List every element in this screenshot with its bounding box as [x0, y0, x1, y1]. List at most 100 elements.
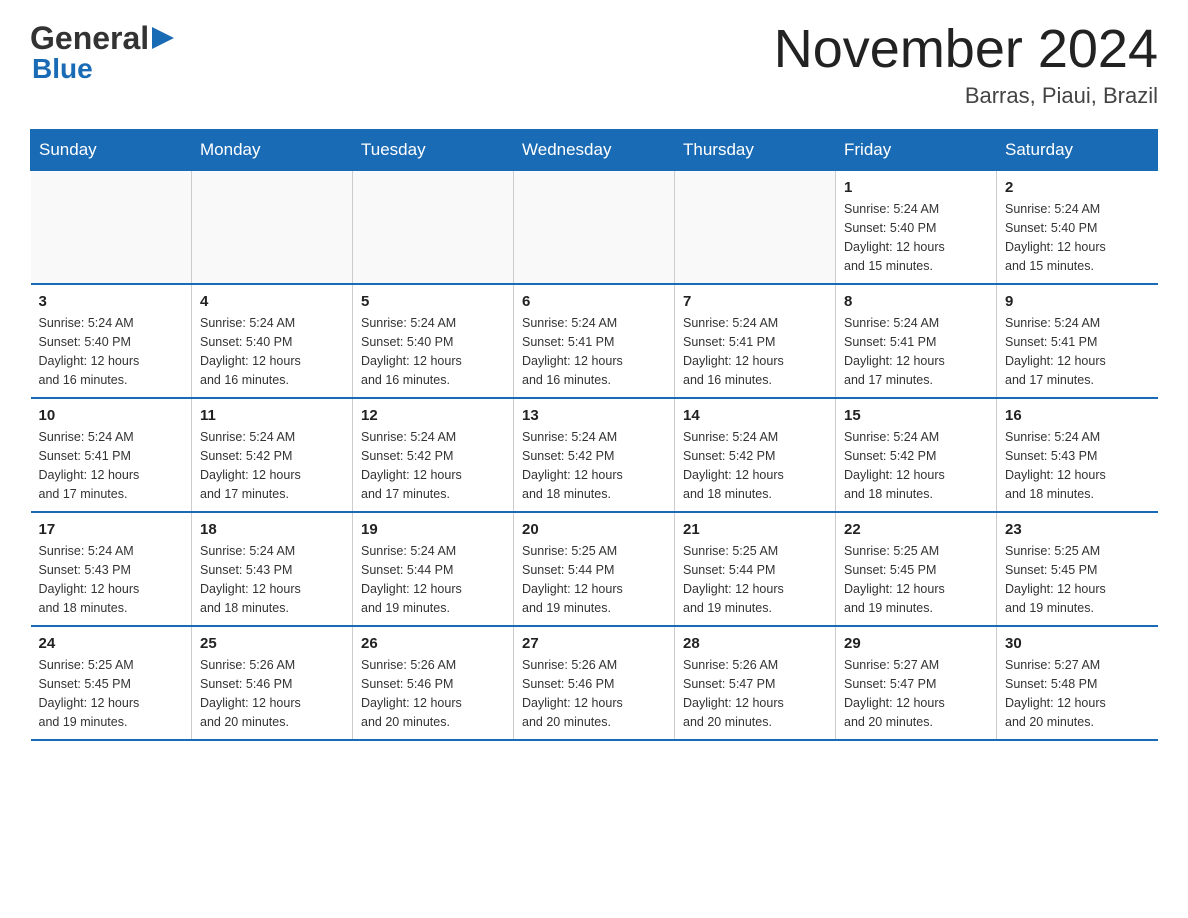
- day-info: Sunrise: 5:25 AMSunset: 5:44 PMDaylight:…: [522, 542, 666, 617]
- logo-arrow-icon: [152, 27, 174, 54]
- day-info: Sunrise: 5:24 AMSunset: 5:42 PMDaylight:…: [522, 428, 666, 503]
- day-info: Sunrise: 5:24 AMSunset: 5:40 PMDaylight:…: [361, 314, 505, 389]
- day-info: Sunrise: 5:25 AMSunset: 5:45 PMDaylight:…: [39, 656, 184, 731]
- calendar-header-row: Sunday Monday Tuesday Wednesday Thursday…: [31, 130, 1158, 171]
- logo-blue-text: Blue: [30, 53, 174, 85]
- table-row: 27 Sunrise: 5:26 AMSunset: 5:46 PMDayligh…: [514, 626, 675, 740]
- day-info: Sunrise: 5:24 AMSunset: 5:41 PMDaylight:…: [683, 314, 827, 389]
- day-number: 13: [522, 407, 666, 424]
- table-row: 20 Sunrise: 5:25 AMSunset: 5:44 PMDayligh…: [514, 512, 675, 626]
- col-tuesday: Tuesday: [353, 130, 514, 171]
- table-row: 8 Sunrise: 5:24 AMSunset: 5:41 PMDaylight…: [836, 284, 997, 398]
- col-sunday: Sunday: [31, 130, 192, 171]
- day-number: 24: [39, 635, 184, 652]
- day-info: Sunrise: 5:24 AMSunset: 5:41 PMDaylight:…: [39, 428, 184, 503]
- day-info: Sunrise: 5:24 AMSunset: 5:41 PMDaylight:…: [1005, 314, 1150, 389]
- day-number: 20: [522, 521, 666, 538]
- day-number: 16: [1005, 407, 1150, 424]
- day-info: Sunrise: 5:24 AMSunset: 5:43 PMDaylight:…: [1005, 428, 1150, 503]
- table-row: 7 Sunrise: 5:24 AMSunset: 5:41 PMDaylight…: [675, 284, 836, 398]
- day-info: Sunrise: 5:27 AMSunset: 5:47 PMDaylight:…: [844, 656, 988, 731]
- table-row: 19Sunrise: 5:24 AMSunset: 5:44 PMDayligh…: [353, 512, 514, 626]
- day-number: 7: [683, 293, 827, 310]
- table-row: 15Sunrise: 5:24 AMSunset: 5:42 PMDayligh…: [836, 398, 997, 512]
- day-number: 25: [200, 635, 344, 652]
- day-info: Sunrise: 5:26 AMSunset: 5:46 PMDaylight:…: [361, 656, 505, 731]
- day-info: Sunrise: 5:24 AMSunset: 5:41 PMDaylight:…: [844, 314, 988, 389]
- table-row: 26 Sunrise: 5:26 AMSunset: 5:46 PMDayligh…: [353, 626, 514, 740]
- col-saturday: Saturday: [997, 130, 1158, 171]
- day-info: Sunrise: 5:24 AMSunset: 5:40 PMDaylight:…: [39, 314, 184, 389]
- table-row: 30 Sunrise: 5:27 AMSunset: 5:48 PMDayligh…: [997, 626, 1158, 740]
- calendar-body: 1 Sunrise: 5:24 AMSunset: 5:40 PMDaylight…: [31, 171, 1158, 741]
- day-number: 8: [844, 293, 988, 310]
- day-info: Sunrise: 5:24 AMSunset: 5:40 PMDaylight:…: [844, 200, 988, 275]
- table-row: [514, 171, 675, 285]
- day-info: Sunrise: 5:26 AMSunset: 5:47 PMDaylight:…: [683, 656, 827, 731]
- table-row: 21Sunrise: 5:25 AMSunset: 5:44 PMDayligh…: [675, 512, 836, 626]
- table-row: 2 Sunrise: 5:24 AMSunset: 5:40 PMDaylight…: [997, 171, 1158, 285]
- location-subtitle: Barras, Piaui, Brazil: [774, 83, 1158, 109]
- table-row: 4Sunrise: 5:24 AMSunset: 5:40 PMDaylight…: [192, 284, 353, 398]
- table-row: [353, 171, 514, 285]
- day-number: 27: [522, 635, 666, 652]
- day-number: 23: [1005, 521, 1150, 538]
- calendar-week-row: 10 Sunrise: 5:24 AMSunset: 5:41 PMDayligh…: [31, 398, 1158, 512]
- table-row: 12 Sunrise: 5:24 AMSunset: 5:42 PMDayligh…: [353, 398, 514, 512]
- logo-line1: General: [30, 20, 174, 57]
- day-number: 26: [361, 635, 505, 652]
- table-row: 22Sunrise: 5:25 AMSunset: 5:45 PMDayligh…: [836, 512, 997, 626]
- day-number: 1: [844, 179, 988, 196]
- page-header: General Blue November 2024 Barras, Piaui…: [30, 20, 1158, 109]
- table-row: 6Sunrise: 5:24 AMSunset: 5:41 PMDaylight…: [514, 284, 675, 398]
- col-friday: Friday: [836, 130, 997, 171]
- table-row: [192, 171, 353, 285]
- table-row: 10 Sunrise: 5:24 AMSunset: 5:41 PMDayligh…: [31, 398, 192, 512]
- day-number: 17: [39, 521, 184, 538]
- table-row: 17Sunrise: 5:24 AMSunset: 5:43 PMDayligh…: [31, 512, 192, 626]
- month-title: November 2024: [774, 20, 1158, 79]
- day-number: 19: [361, 521, 505, 538]
- day-number: 14: [683, 407, 827, 424]
- title-area: November 2024 Barras, Piaui, Brazil: [774, 20, 1158, 109]
- day-number: 11: [200, 407, 344, 424]
- day-info: Sunrise: 5:26 AMSunset: 5:46 PMDaylight:…: [522, 656, 666, 731]
- calendar-week-row: 24 Sunrise: 5:25 AMSunset: 5:45 PMDayligh…: [31, 626, 1158, 740]
- day-number: 12: [361, 407, 505, 424]
- day-number: 30: [1005, 635, 1150, 652]
- table-row: [675, 171, 836, 285]
- table-row: 24 Sunrise: 5:25 AMSunset: 5:45 PMDayligh…: [31, 626, 192, 740]
- calendar-week-row: 1 Sunrise: 5:24 AMSunset: 5:40 PMDaylight…: [31, 171, 1158, 285]
- table-row: 18 Sunrise: 5:24 AMSunset: 5:43 PMDayligh…: [192, 512, 353, 626]
- day-info: Sunrise: 5:25 AMSunset: 5:45 PMDaylight:…: [844, 542, 988, 617]
- day-number: 6: [522, 293, 666, 310]
- table-row: 14 Sunrise: 5:24 AMSunset: 5:42 PMDayligh…: [675, 398, 836, 512]
- day-info: Sunrise: 5:24 AMSunset: 5:43 PMDaylight:…: [200, 542, 344, 617]
- col-monday: Monday: [192, 130, 353, 171]
- calendar-week-row: 3Sunrise: 5:24 AMSunset: 5:40 PMDaylight…: [31, 284, 1158, 398]
- day-info: Sunrise: 5:25 AMSunset: 5:44 PMDaylight:…: [683, 542, 827, 617]
- table-row: 3Sunrise: 5:24 AMSunset: 5:40 PMDaylight…: [31, 284, 192, 398]
- day-info: Sunrise: 5:24 AMSunset: 5:42 PMDaylight:…: [200, 428, 344, 503]
- table-row: 11 Sunrise: 5:24 AMSunset: 5:42 PMDayligh…: [192, 398, 353, 512]
- day-number: 2: [1005, 179, 1150, 196]
- table-row: 5 Sunrise: 5:24 AMSunset: 5:40 PMDaylight…: [353, 284, 514, 398]
- day-info: Sunrise: 5:27 AMSunset: 5:48 PMDaylight:…: [1005, 656, 1150, 731]
- table-row: 16 Sunrise: 5:24 AMSunset: 5:43 PMDayligh…: [997, 398, 1158, 512]
- table-row: 25Sunrise: 5:26 AMSunset: 5:46 PMDayligh…: [192, 626, 353, 740]
- day-number: 29: [844, 635, 988, 652]
- day-info: Sunrise: 5:25 AMSunset: 5:45 PMDaylight:…: [1005, 542, 1150, 617]
- day-info: Sunrise: 5:24 AMSunset: 5:42 PMDaylight:…: [361, 428, 505, 503]
- calendar-week-row: 17 Sunrise: 5:24 AMSunset: 5:43 PMDayligh…: [31, 512, 1158, 626]
- table-row: 23 Sunrise: 5:25 AMSunset: 5:45 PMDayligh…: [997, 512, 1158, 626]
- col-wednesday: Wednesday: [514, 130, 675, 171]
- day-number: 18: [200, 521, 344, 538]
- table-row: 1 Sunrise: 5:24 AMSunset: 5:40 PMDaylight…: [836, 171, 997, 285]
- day-info: Sunrise: 5:24 AMSunset: 5:42 PMDaylight:…: [844, 428, 988, 503]
- day-number: 10: [39, 407, 184, 424]
- day-info: Sunrise: 5:24 AMSunset: 5:40 PMDaylight:…: [200, 314, 344, 389]
- day-info: Sunrise: 5:24 AMSunset: 5:42 PMDaylight:…: [683, 428, 827, 503]
- logo: General Blue: [30, 20, 174, 85]
- day-number: 5: [361, 293, 505, 310]
- day-info: Sunrise: 5:24 AMSunset: 5:40 PMDaylight:…: [1005, 200, 1150, 275]
